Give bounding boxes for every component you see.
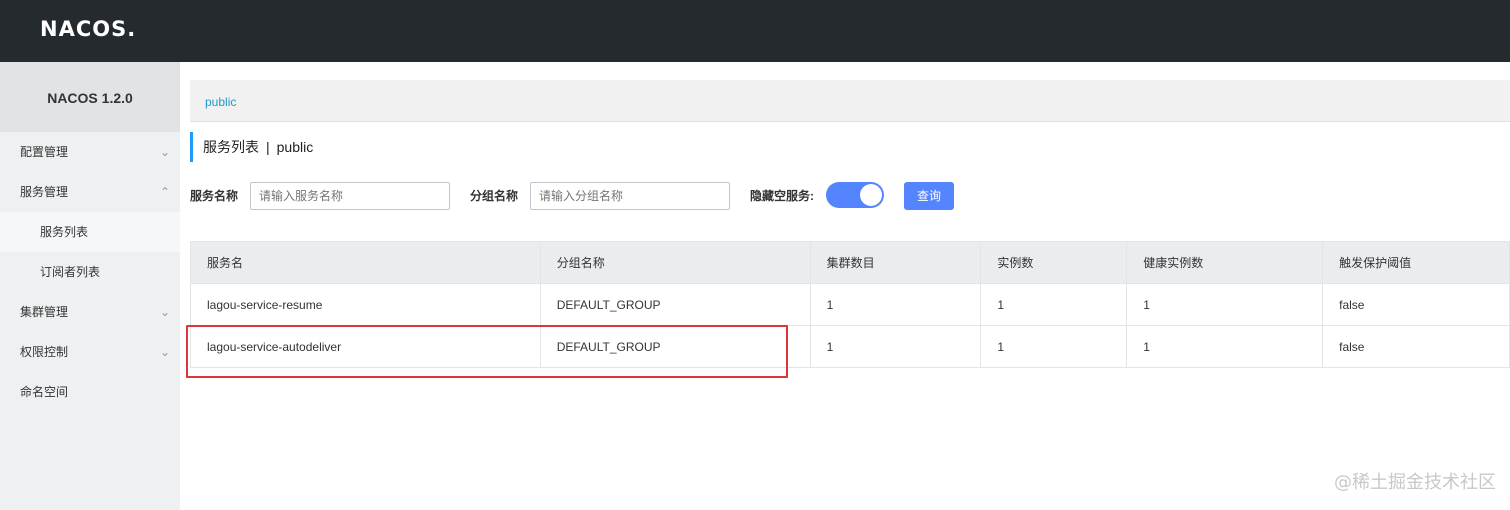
chevron-down-icon: ⌄ [159, 345, 170, 359]
sidebar-item-service-list[interactable]: 服务列表 [0, 212, 180, 252]
nacos-logo[interactable]: NACOS. [40, 17, 136, 41]
sidebar-item-access-control[interactable]: 权限控制 ⌄ [0, 332, 180, 372]
group-name-input[interactable] [530, 182, 730, 210]
sidebar-item-subscriber-list[interactable]: 订阅者列表 [0, 252, 180, 292]
annotation-highlight-box [186, 325, 788, 378]
sidebar-item-label: 服务列表 [40, 225, 89, 239]
cell-healthy-instance-count: 1 [1126, 325, 1324, 368]
hide-empty-services-label: 隐藏空服务: [750, 189, 814, 203]
namespace-link-public[interactable]: public [205, 95, 236, 109]
cell-protect-threshold: false [1322, 283, 1510, 326]
chevron-down-icon: ⌄ [159, 305, 170, 319]
column-header-healthy-instance-count: 健康实例数 [1126, 241, 1324, 284]
chevron-up-icon: ⌃ [159, 185, 170, 199]
column-header-service-name: 服务名 [190, 241, 541, 284]
cell-instance-count: 1 [980, 283, 1128, 326]
sidebar-item-label: 集群管理 [20, 305, 69, 319]
filter-form: 服务名称 分组名称 隐藏空服务: 查询 [190, 182, 990, 210]
cell-healthy-instance-count: 1 [1126, 283, 1324, 326]
page-title: 服务列表 | public [190, 132, 313, 162]
title-separator: | [266, 139, 270, 155]
main-content: public 服务列表 | public 服务名称 分组名称 隐藏空服务: 查询 服… [180, 62, 1510, 510]
cell-cluster-count: 1 [809, 325, 982, 368]
sidebar-item-config-management[interactable]: 配置管理 ⌄ [0, 132, 180, 172]
column-header-protect-threshold: 触发保护阈值 [1322, 241, 1510, 284]
service-name-label: 服务名称 [190, 189, 239, 203]
sidebar-item-label: 权限控制 [20, 345, 69, 359]
cell-instance-count: 1 [980, 325, 1128, 368]
sidebar-version: NACOS 1.2.0 [0, 62, 180, 132]
column-header-cluster-count: 集群数目 [809, 241, 982, 284]
page-title-namespace: public [276, 139, 314, 155]
sidebar-item-label: 订阅者列表 [40, 265, 101, 279]
table-row[interactable]: lagou-service-resume DEFAULT_GROUP 1 1 1… [190, 283, 1510, 326]
service-name-input[interactable] [250, 182, 450, 210]
query-button[interactable]: 查询 [904, 182, 954, 210]
sidebar-item-label: 配置管理 [20, 145, 69, 159]
page-title-text: 服务列表 [203, 139, 259, 155]
namespace-bar: public [190, 80, 1510, 122]
cell-protect-threshold: false [1322, 325, 1510, 368]
top-navbar: NACOS. [0, 0, 1510, 62]
sidebar-item-cluster-management[interactable]: 集群管理 ⌄ [0, 292, 180, 332]
group-name-label: 分组名称 [470, 189, 519, 203]
sidebar-item-service-management[interactable]: 服务管理 ⌃ [0, 172, 180, 212]
toggle-knob [860, 184, 882, 206]
sidebar-item-label: 命名空间 [20, 385, 69, 399]
sidebar: NACOS 1.2.0 配置管理 ⌄ 服务管理 ⌃ 服务列表 订阅者列表 集群管… [0, 62, 180, 510]
cell-service-name: lagou-service-resume [190, 283, 541, 326]
watermark: @稀土掘金技术社区 [1334, 472, 1496, 493]
cell-cluster-count: 1 [809, 283, 982, 326]
cell-group-name: DEFAULT_GROUP [539, 283, 811, 326]
chevron-down-icon: ⌄ [159, 145, 170, 159]
sidebar-item-label: 服务管理 [20, 185, 69, 199]
sidebar-item-namespace[interactable]: 命名空间 [0, 372, 180, 412]
hide-empty-services-toggle[interactable] [826, 182, 884, 208]
column-header-group-name: 分组名称 [539, 241, 811, 284]
table-header-row: 服务名 分组名称 集群数目 实例数 健康实例数 触发保护阈值 [190, 241, 1510, 284]
column-header-instance-count: 实例数 [980, 241, 1128, 284]
